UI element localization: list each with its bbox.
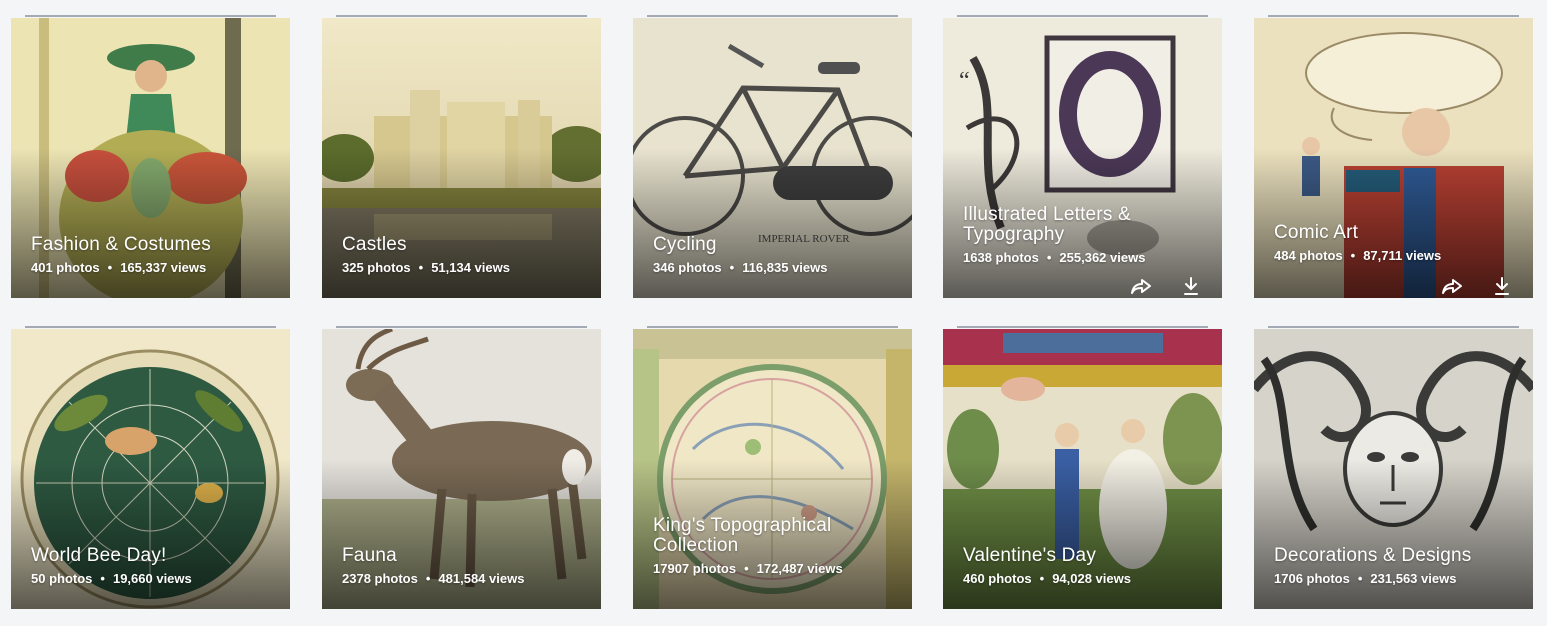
stats-separator: • <box>1357 571 1363 586</box>
album-card-cycling[interactable]: IMPERIAL ROVER Cycling 346 photos•116,83… <box>633 18 912 298</box>
engraving-mark: “ <box>959 68 970 94</box>
album-stats: 460 photos • 94,028 views <box>963 571 1206 587</box>
photo-count: 1706 photos <box>1274 571 1350 586</box>
view-count: 165,337 views <box>120 260 207 275</box>
stats-separator: • <box>729 260 735 275</box>
album-caption: Fashion & Costumes 401 photos • 165,337 vi… <box>31 235 274 276</box>
album-stats: 2378 photos • 481,584 views <box>342 571 585 587</box>
album-stack-edge <box>957 15 1208 17</box>
album-actions <box>1441 276 1511 298</box>
album-stats: 1706 photos • 231,563 views <box>1274 571 1517 587</box>
stats-separator: • <box>425 571 431 586</box>
album-card-world-bee-day[interactable]: World Bee Day! 50 photos • 19,660 views <box>11 329 290 609</box>
photo-count: 17907 photos <box>653 561 737 576</box>
stats-separator: • <box>418 260 424 275</box>
album-card-decorations[interactable]: Decorations & Designs 1706 photos • 231,56… <box>1254 329 1533 609</box>
album-caption: Castles 325 photos • 51,134 views <box>342 235 585 276</box>
album-title[interactable]: Comic Art <box>1274 223 1517 243</box>
download-icon[interactable] <box>1493 276 1511 296</box>
view-count: 51,134 views <box>431 260 510 275</box>
album-caption: King's Topographical Collection 17907 ph… <box>653 516 896 577</box>
photo-count: 2378 photos <box>342 571 418 586</box>
album-caption: Comic Art 484 photos • 87,711 views <box>1274 223 1517 264</box>
album-title[interactable]: Decorations & Designs <box>1274 546 1517 566</box>
view-count: 87,711 views <box>1363 248 1442 263</box>
album-title[interactable]: World Bee Day! <box>31 546 274 566</box>
view-count: 94,028 views <box>1052 571 1131 586</box>
album-stack-edge <box>1268 326 1519 328</box>
photo-count: 460 photos <box>963 571 1032 586</box>
photo-count: 50 photos <box>31 571 93 586</box>
album-caption: Fauna 2378 photos • 481,584 views <box>342 546 585 587</box>
stats-separator: • <box>1039 571 1045 586</box>
album-stack-edge <box>25 326 276 328</box>
album-caption: Decorations & Designs 1706 photos • 231,56… <box>1274 546 1517 587</box>
album-grid: Fashion & Costumes 401 photos • 165,337 vi… <box>0 0 1547 626</box>
photo-count: 1638 photos <box>963 250 1039 265</box>
album-title[interactable]: King's Topographical Collection <box>653 516 896 556</box>
album-caption: Cycling 346 photos • 116,835 views <box>653 235 896 276</box>
photo-count: 401 photos <box>31 260 100 275</box>
album-card-valentines-day[interactable]: Valentine's Day 460 photos • 94,028 views <box>943 329 1222 609</box>
album-card-castles[interactable]: Castles 325 photos • 51,134 views <box>322 18 601 298</box>
view-count: 116,835 views <box>742 260 828 275</box>
stats-separator: • <box>100 571 105 586</box>
album-caption: Valentine's Day 460 photos • 94,028 views <box>963 546 1206 587</box>
stats-separator: • <box>107 260 113 275</box>
album-title[interactable]: Valentine's Day <box>963 546 1206 566</box>
view-count: 19,660 views <box>112 571 192 586</box>
album-caption: Illustrated Letters & Typography 1638 ph… <box>963 205 1206 266</box>
album-stats: 484 photos • 87,711 views <box>1274 248 1517 264</box>
share-icon[interactable] <box>1130 276 1152 296</box>
view-count: 255,362 views <box>1059 250 1146 265</box>
album-stats: 50 photos • 19,660 views <box>31 571 274 587</box>
album-stack-edge <box>647 15 898 17</box>
album-stack-edge <box>1268 15 1519 17</box>
album-title[interactable]: Castles <box>342 235 585 255</box>
album-stack-edge <box>957 326 1208 328</box>
album-stack-edge <box>647 326 898 328</box>
album-title[interactable]: Cycling <box>653 235 896 255</box>
stats-separator: • <box>744 561 749 576</box>
stats-separator: • <box>1046 250 1052 265</box>
album-caption: World Bee Day! 50 photos • 19,660 views <box>31 546 274 587</box>
album-card-comic-art[interactable]: Comic Art 484 photos • 87,711 views <box>1254 18 1533 298</box>
download-icon[interactable] <box>1182 276 1200 296</box>
view-count: 481,584 views <box>438 571 525 586</box>
album-actions <box>1130 276 1200 298</box>
photo-count: 346 photos <box>653 260 722 275</box>
album-stats: 346 photos • 116,835 views <box>653 260 896 276</box>
album-stats: 401 photos • 165,337 views <box>31 260 274 276</box>
photo-count: 325 photos <box>342 260 411 275</box>
view-count: 172,487 views <box>756 561 843 576</box>
album-stack-edge <box>25 15 276 17</box>
photo-count: 484 photos <box>1274 248 1343 263</box>
album-stats: 1638 photos • 255,362 views <box>963 250 1206 266</box>
stats-separator: • <box>1350 248 1356 263</box>
share-icon[interactable] <box>1441 276 1463 296</box>
album-title[interactable]: Fauna <box>342 546 585 566</box>
album-card-fauna[interactable]: Fauna 2378 photos • 481,584 views <box>322 329 601 609</box>
album-card-typography[interactable]: “ Illustrated Letters & Typography 1638 … <box>943 18 1222 298</box>
album-card-kings-topographical[interactable]: King's Topographical Collection 17907 ph… <box>633 329 912 609</box>
album-title[interactable]: Fashion & Costumes <box>31 235 274 255</box>
album-stats: 325 photos • 51,134 views <box>342 260 585 276</box>
album-stats: 17907 photos • 172,487 views <box>653 561 896 577</box>
album-stack-edge <box>336 15 587 17</box>
album-card-fashion[interactable]: Fashion & Costumes 401 photos • 165,337 vi… <box>11 18 290 298</box>
album-stack-edge <box>336 326 587 328</box>
album-title[interactable]: Illustrated Letters & Typography <box>963 205 1206 245</box>
view-count: 231,563 views <box>1370 571 1457 586</box>
